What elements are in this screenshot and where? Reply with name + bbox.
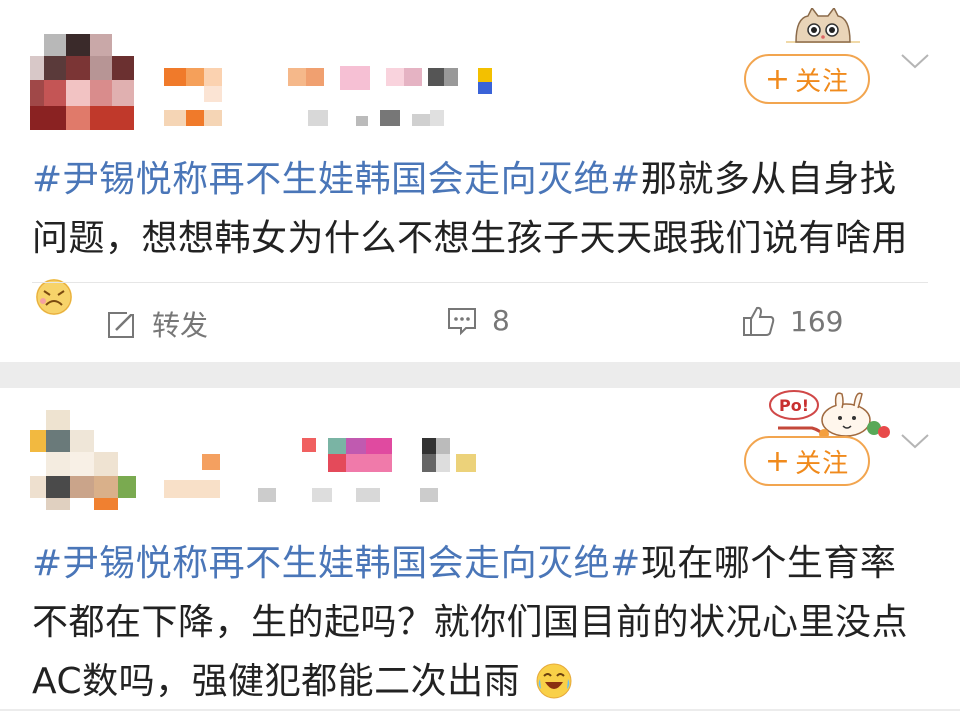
username[interactable]	[160, 66, 500, 126]
chevron-down-icon[interactable]	[900, 432, 930, 454]
username[interactable]	[160, 436, 500, 508]
repost-icon	[108, 311, 136, 338]
po-badge-text: Po!	[779, 396, 809, 415]
like-count: 169	[790, 304, 844, 338]
post-text: #尹锡悦称再不生娃韩国会走向灭绝#那就多从自身找问题，想想韩女为什么不想生孩子天…	[32, 150, 932, 327]
avatar[interactable]	[30, 410, 136, 510]
post-text: #尹锡悦称再不生娃韩国会走向灭绝#现在哪个生育率不都在下降，生的起吗？就你们国目…	[32, 534, 932, 711]
avatar[interactable]	[30, 34, 134, 130]
follow-button[interactable]: + 关注	[744, 436, 870, 486]
comment-count: 8	[492, 304, 510, 337]
plus-icon: +	[764, 443, 792, 479]
like-button[interactable]: 169	[742, 304, 843, 338]
plus-icon: +	[764, 61, 792, 97]
comment-icon	[448, 307, 476, 335]
rabbit-sticker-decoration: Po!	[764, 388, 894, 439]
repost-label: 转发	[152, 309, 209, 342]
topic-link[interactable]: #尹锡悦称再不生娃韩国会走向灭绝#	[32, 159, 641, 200]
follow-label: 关注	[795, 448, 850, 479]
post-card: + 关注 #尹锡悦称再不生娃韩国会走向灭绝#那就多从自身找问题，想想韩女为什么不…	[0, 0, 960, 362]
repost-button[interactable]: 转发	[106, 304, 208, 344]
doge-face-icon	[36, 279, 72, 315]
laugh-cry-face-icon	[536, 663, 572, 699]
topic-link[interactable]: #尹锡悦称再不生娃韩国会走向灭绝#	[32, 543, 641, 584]
comment-button[interactable]: 8	[446, 304, 510, 337]
follow-button[interactable]: + 关注	[744, 54, 870, 104]
divider	[32, 282, 928, 283]
chevron-down-icon[interactable]	[900, 52, 930, 74]
mascot-decoration	[786, 6, 860, 46]
post-card: Po! + 关注 #尹锡悦称再不生娃韩国会走向灭绝#现在哪个生育率不都在下降，生…	[0, 388, 960, 709]
thumbs-up-icon	[743, 306, 775, 336]
follow-label: 关注	[795, 66, 850, 97]
